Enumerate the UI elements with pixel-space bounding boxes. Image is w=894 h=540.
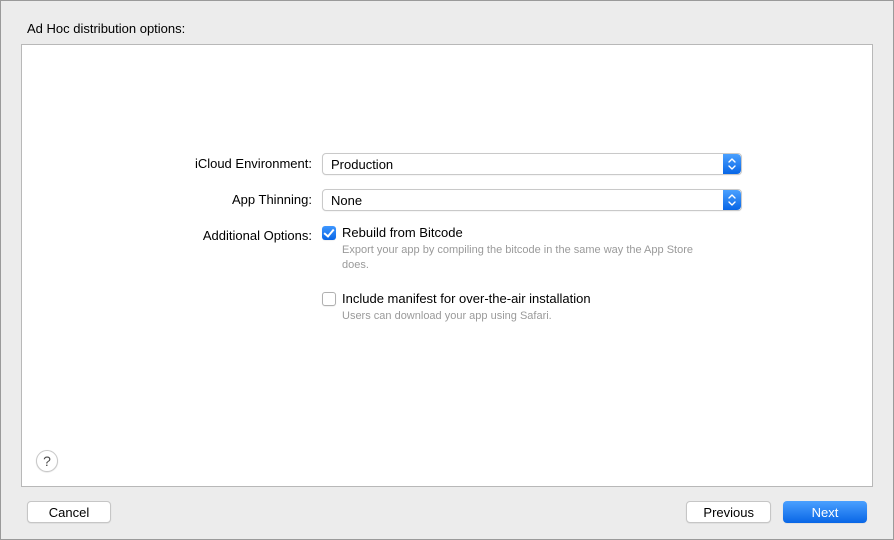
- dialog-title: Ad Hoc distribution options:: [27, 21, 873, 36]
- additional-options-label: Additional Options:: [22, 225, 322, 243]
- distribution-options-dialog: Ad Hoc distribution options: iCloud Envi…: [0, 0, 894, 540]
- icloud-row: iCloud Environment: Production: [22, 153, 842, 175]
- include-manifest-checkbox[interactable]: [322, 292, 336, 306]
- button-bar: Cancel Previous Next: [21, 501, 873, 523]
- rebuild-bitcode-hint: Export your app by compiling the bitcode…: [342, 243, 722, 273]
- icloud-environment-select[interactable]: Production: [322, 153, 742, 175]
- rebuild-bitcode-group: Rebuild from Bitcode Export your app by …: [322, 225, 742, 273]
- next-button[interactable]: Next: [783, 501, 867, 523]
- content-panel: iCloud Environment: Production App Thinn…: [21, 44, 873, 487]
- include-manifest-label: Include manifest for over-the-air instal…: [342, 291, 591, 307]
- help-icon: ?: [43, 453, 51, 469]
- additional-options-row: Additional Options: Rebuild from Bitcode…: [22, 225, 842, 342]
- manifest-group: Include manifest for over-the-air instal…: [322, 291, 742, 324]
- chevrons-updown-icon: [723, 190, 741, 210]
- rebuild-bitcode-label: Rebuild from Bitcode: [342, 225, 463, 241]
- include-manifest-hint: Users can download your app using Safari…: [342, 309, 722, 324]
- help-button[interactable]: ?: [36, 450, 58, 472]
- icloud-environment-value: Production: [331, 157, 393, 172]
- app-thinning-value: None: [331, 193, 362, 208]
- cancel-button[interactable]: Cancel: [27, 501, 111, 523]
- icloud-label: iCloud Environment:: [22, 153, 322, 171]
- chevrons-updown-icon: [723, 154, 741, 174]
- thinning-label: App Thinning:: [22, 189, 322, 207]
- rebuild-bitcode-checkbox[interactable]: [322, 226, 336, 240]
- form-area: iCloud Environment: Production App Thinn…: [22, 153, 872, 356]
- thinning-row: App Thinning: None: [22, 189, 842, 211]
- previous-button[interactable]: Previous: [686, 501, 771, 523]
- app-thinning-select[interactable]: None: [322, 189, 742, 211]
